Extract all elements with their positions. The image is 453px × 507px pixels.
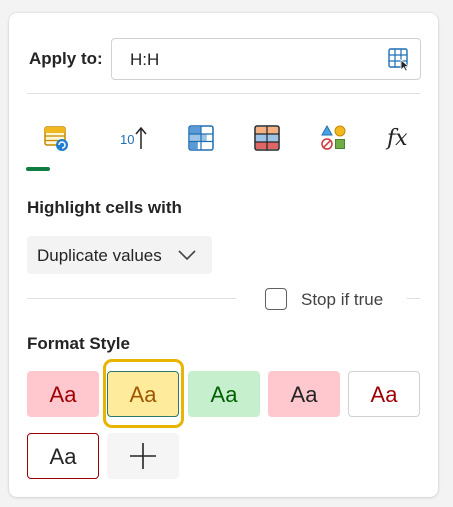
divider [27, 298, 236, 299]
svg-text:10: 10 [120, 132, 134, 147]
data-bars-icon [188, 125, 214, 151]
apply-to-row: Apply to: H:H [29, 38, 421, 80]
icon-sets-icon [321, 124, 346, 150]
dropdown-selected-value: Duplicate values [37, 246, 162, 265]
stop-if-true-checkbox[interactable] [265, 288, 287, 310]
swatch-label: Aa [129, 382, 157, 407]
add-custom-format-button[interactable] [107, 433, 179, 479]
swatch-label: Aa [49, 382, 77, 407]
format-style-swatch[interactable]: Aa [107, 371, 179, 417]
chevron-down-icon [178, 250, 196, 261]
highlight-condition-dropdown[interactable]: Duplicate values [27, 236, 212, 274]
swatch-label: Aa [290, 382, 318, 407]
tab-data-bars[interactable] [170, 113, 230, 173]
highlight-section-title: Highlight cells with [27, 198, 182, 217]
divider [27, 93, 420, 94]
top-bottom-10-icon: 10 [120, 126, 147, 149]
tab-formula[interactable]: fx [369, 113, 429, 173]
apply-to-label: Apply to: [29, 49, 103, 68]
tab-highlight-cells[interactable] [27, 113, 87, 173]
rule-type-tabs: 10 fx [27, 113, 419, 173]
stop-if-true-option[interactable]: Stop if true [265, 287, 405, 311]
divider [407, 298, 420, 299]
formula-fx-icon: fx [385, 126, 408, 151]
selected-tab-indicator [26, 167, 50, 171]
apply-range-input[interactable]: H:H [111, 38, 421, 80]
svg-text:fx: fx [385, 126, 408, 151]
apply-range-value: H:H [130, 50, 160, 69]
stop-if-true-label: Stop if true [301, 290, 384, 309]
format-style-swatch[interactable]: Aa [27, 371, 99, 417]
select-range-icon[interactable] [387, 47, 411, 72]
conditional-formatting-panel: Apply to: H:H 10 fx Highlight cells with… [9, 13, 438, 497]
tab-color-scales[interactable] [236, 113, 296, 173]
tab-top-bottom[interactable]: 10 [103, 113, 163, 173]
format-style-swatch[interactable]: Aa [27, 433, 99, 479]
swatch-label: Aa [370, 382, 398, 407]
swatch-label: Aa [210, 382, 238, 407]
format-style-swatch[interactable]: Aa [188, 371, 260, 417]
format-style-swatch[interactable]: Aa [268, 371, 340, 417]
format-style-swatch[interactable]: Aa [348, 371, 420, 417]
tab-icon-sets[interactable] [303, 113, 363, 173]
highlight-cells-icon [44, 126, 68, 151]
add-icon [130, 443, 156, 469]
color-scales-icon [254, 125, 280, 151]
swatch-label: Aa [49, 444, 77, 469]
format-style-title: Format Style [27, 334, 130, 353]
